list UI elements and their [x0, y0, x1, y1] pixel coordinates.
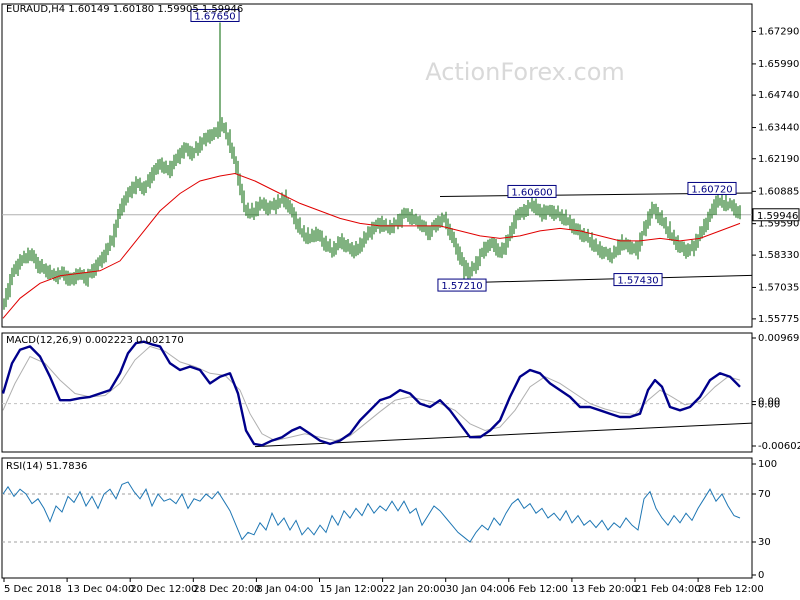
price-tick-label: 1.57035 [758, 282, 799, 293]
x-tick-label: 20 Dec 12:00 [130, 584, 197, 595]
price-tick-label: 1.58330 [758, 250, 799, 261]
price-tick-label: 1.60885 [758, 186, 799, 197]
x-tick-label: 6 Feb 12:00 [509, 584, 568, 595]
rsi-tick-label: 70 [758, 489, 771, 500]
level-box-2: 1.60720 [687, 181, 737, 195]
rsi-tick-label: 30 [758, 537, 771, 548]
x-tick-label: 15 Jan 12:00 [320, 584, 383, 595]
level-box-4: 1.57430 [613, 273, 663, 287]
price-tick-label: 1.55775 [758, 314, 799, 325]
symbol-header[interactable]: EURAUD,H4 1.60149 1.60180 1.59905 1.5994… [6, 4, 243, 15]
rsi-tick-label: 0 [758, 570, 764, 581]
x-tick-label: 28 Dec 20:00 [193, 584, 260, 595]
level-label: 1.60600 [511, 187, 552, 198]
price-tick-label: 1.62190 [758, 154, 799, 165]
chart-background [0, 0, 800, 600]
x-tick-label: 13 Dec 04:00 [67, 584, 134, 595]
macd-tick-label: 0.00 [758, 400, 780, 411]
rsi-tick-label: 100 [758, 459, 777, 470]
level-box-1: 1.60600 [507, 184, 557, 198]
macd-tick-label: 0.009695 [758, 333, 800, 344]
x-tick-label: 13 Feb 20:00 [572, 584, 638, 595]
x-tick-label: 21 Feb 04:00 [635, 584, 701, 595]
x-tick-label: 28 Feb 12:00 [698, 584, 764, 595]
price-tick-label: 1.65990 [758, 59, 799, 70]
level-label: 1.57210 [441, 281, 482, 292]
price-tick-label: 1.64740 [758, 90, 799, 101]
last-price-label: 1.59946 [757, 211, 798, 222]
level-box-3: 1.57210 [437, 278, 487, 292]
macd-header[interactable]: MACD(12,26,9) 0.002223 0.002170 [6, 335, 184, 346]
x-tick-label: 5 Dec 2018 [4, 584, 62, 595]
level-label: 1.57430 [617, 276, 658, 287]
x-tick-label: 30 Jan 04:00 [446, 584, 509, 595]
price-tick-label: 1.63440 [758, 123, 799, 134]
price-tick-label: 1.67290 [758, 26, 799, 37]
rsi-header[interactable]: RSI(14) 51.7836 [6, 461, 87, 472]
x-tick-label: 8 Jan 04:00 [256, 584, 313, 595]
watermark-text: ActionForex.com [425, 58, 625, 86]
level-label: 1.60720 [691, 184, 732, 195]
chart-svg: ActionForex.com 1.676501.60600 1.607201.5… [0, 0, 800, 600]
macd-tick-label: -0.006025 [758, 441, 800, 452]
x-tick-label: 22 Jan 20:00 [383, 584, 446, 595]
